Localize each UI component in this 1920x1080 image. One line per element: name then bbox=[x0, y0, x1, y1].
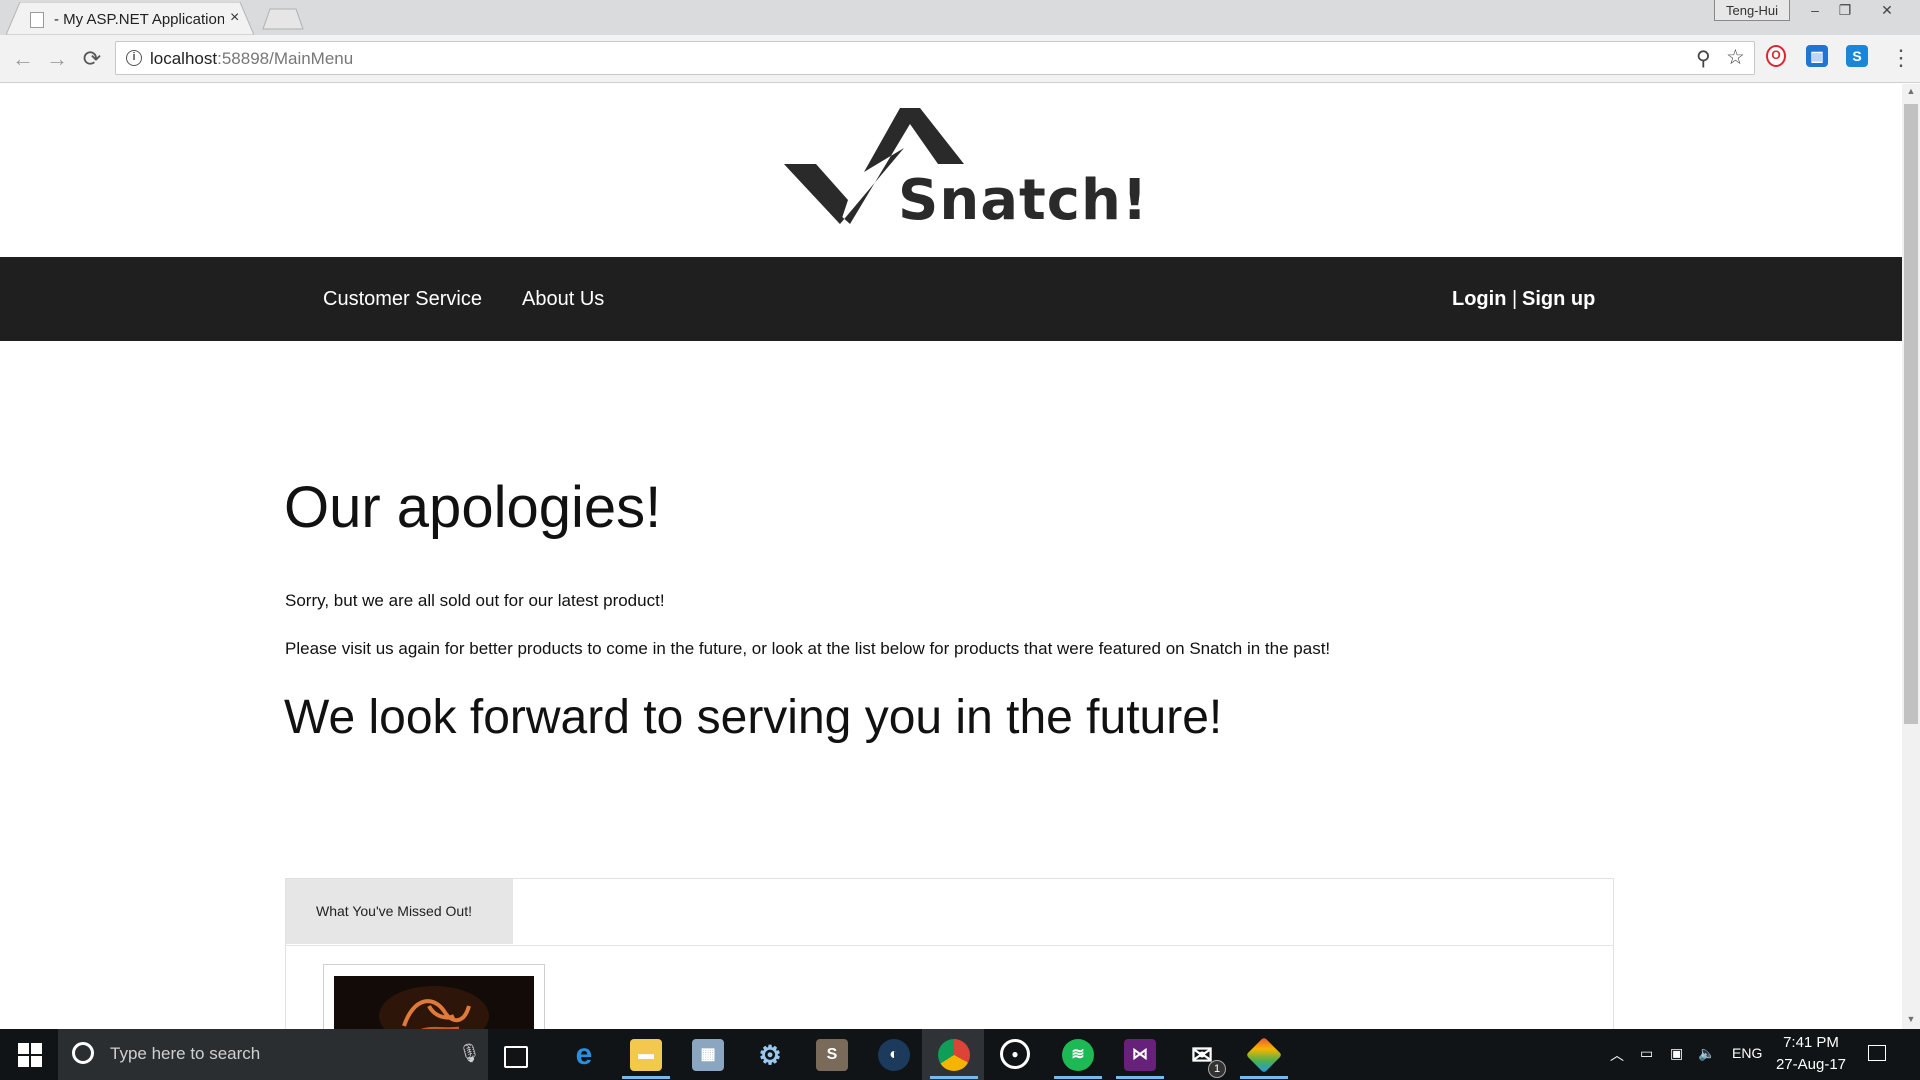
clock-time[interactable]: 7:41 PM bbox=[1783, 1034, 1839, 1051]
file-explorer-active-indicator bbox=[622, 1076, 670, 1079]
file-explorer-icon[interactable]: ▬ bbox=[630, 1039, 662, 1071]
page-heading: Our apologies! bbox=[284, 475, 662, 540]
edge-icon[interactable]: e bbox=[568, 1039, 600, 1071]
minimize-button[interactable]: – bbox=[1800, 0, 1830, 20]
nav-about-us[interactable]: About Us bbox=[522, 288, 604, 311]
spotify-active-indicator bbox=[1054, 1076, 1102, 1079]
microphone-icon[interactable]: 🎙 bbox=[458, 1043, 481, 1064]
signup-link[interactable]: Sign up bbox=[1522, 288, 1595, 311]
clock-date[interactable]: 27-Aug-17 bbox=[1774, 1056, 1848, 1073]
url-host: localhost bbox=[150, 49, 218, 68]
nav-customer-service[interactable]: Customer Service bbox=[323, 288, 482, 311]
panel-tab-label: What You've Missed Out! bbox=[316, 903, 472, 919]
scroll-up-icon[interactable]: ▲ bbox=[1902, 86, 1920, 96]
steam-icon[interactable]: ◐ bbox=[878, 1039, 910, 1071]
scrollbar-thumb[interactable] bbox=[1904, 104, 1918, 724]
opera-icon[interactable]: O bbox=[1766, 45, 1786, 67]
page-favicon-icon bbox=[30, 12, 44, 28]
visual-studio-icon[interactable]: ⋈ bbox=[1124, 1039, 1156, 1071]
bookmark-star-icon[interactable]: ☆ bbox=[1726, 45, 1745, 70]
git-client-active-indicator bbox=[1240, 1076, 1288, 1079]
reload-icon[interactable]: ⟳ bbox=[80, 47, 104, 71]
sublime-text-icon[interactable]: S bbox=[816, 1039, 848, 1071]
language-indicator[interactable]: ENG bbox=[1732, 1045, 1762, 1061]
groove-music-icon[interactable]: ● bbox=[1000, 1039, 1030, 1069]
windows-start-icon[interactable] bbox=[18, 1043, 42, 1072]
tab-close-icon[interactable]: × bbox=[230, 9, 239, 27]
site-navbar bbox=[0, 257, 1902, 341]
tab-title: - My ASP.NET Application bbox=[54, 11, 224, 28]
new-tab-button[interactable] bbox=[262, 8, 304, 35]
panel-divider bbox=[286, 945, 1613, 946]
spotify-icon[interactable]: ≋ bbox=[1062, 1039, 1094, 1071]
volume-icon[interactable]: 🔈 bbox=[1698, 1045, 1715, 1062]
site-info-icon[interactable]: i bbox=[126, 50, 142, 66]
url-text[interactable]: localhost:58898/MainMenu bbox=[150, 49, 353, 69]
close-window-button[interactable]: ✕ bbox=[1872, 0, 1902, 20]
restore-button[interactable]: ❐ bbox=[1830, 0, 1860, 20]
profile-button[interactable]: Teng-Hui bbox=[1714, 0, 1790, 21]
visit-again-message: Please visit us again for better product… bbox=[285, 639, 1331, 658]
sold-out-message: Sorry, but we are all sold out for our l… bbox=[285, 591, 665, 610]
logo-wordmark: Snatch! bbox=[898, 168, 1149, 233]
back-icon[interactable]: ← bbox=[11, 47, 35, 71]
skype-icon[interactable]: S bbox=[1846, 45, 1868, 67]
battery-icon[interactable]: ▭ bbox=[1640, 1045, 1653, 1062]
cortana-icon bbox=[72, 1042, 94, 1064]
visual-studio-active-indicator bbox=[1116, 1076, 1164, 1079]
tab-what-youve-missed[interactable]: What You've Missed Out! bbox=[286, 879, 513, 944]
zoom-icon[interactable]: ⚲ bbox=[1696, 46, 1711, 71]
chrome-active-indicator bbox=[930, 1076, 978, 1079]
url-path: :58898/MainMenu bbox=[217, 49, 354, 68]
forward-icon[interactable]: → bbox=[45, 47, 69, 71]
scroll-down-icon[interactable]: ▼ bbox=[1902, 1014, 1920, 1024]
task-view-icon[interactable] bbox=[504, 1046, 528, 1068]
network-icon[interactable]: ▣ bbox=[1670, 1045, 1683, 1062]
auth-divider: | bbox=[1512, 288, 1518, 310]
photos-app-icon[interactable]: ▦ bbox=[692, 1039, 724, 1071]
action-center-icon[interactable] bbox=[1868, 1045, 1886, 1061]
new-tab-icon bbox=[262, 8, 304, 30]
browser-tab[interactable]: - My ASP.NET Application × bbox=[6, 2, 254, 35]
chrome-icon[interactable] bbox=[938, 1039, 970, 1071]
mail-badge: 1 bbox=[1208, 1060, 1226, 1078]
taskbar-search-box[interactable]: Type here to search 🎙 bbox=[58, 1029, 488, 1080]
login-link[interactable]: Login bbox=[1452, 288, 1506, 311]
search-placeholder: Type here to search bbox=[110, 1044, 261, 1063]
subheading: We look forward to serving you in the fu… bbox=[284, 691, 1223, 744]
browser-menu-icon[interactable]: ⋮ bbox=[1890, 45, 1912, 71]
settings-gear-icon[interactable]: ⚙ bbox=[754, 1039, 786, 1071]
trello-icon[interactable]: ▥ bbox=[1806, 45, 1828, 67]
tray-expand-icon[interactable]: ︿ bbox=[1610, 1045, 1624, 1065]
address-bar[interactable]: i localhost:58898/MainMenu ⚲ ☆ bbox=[115, 41, 1755, 75]
